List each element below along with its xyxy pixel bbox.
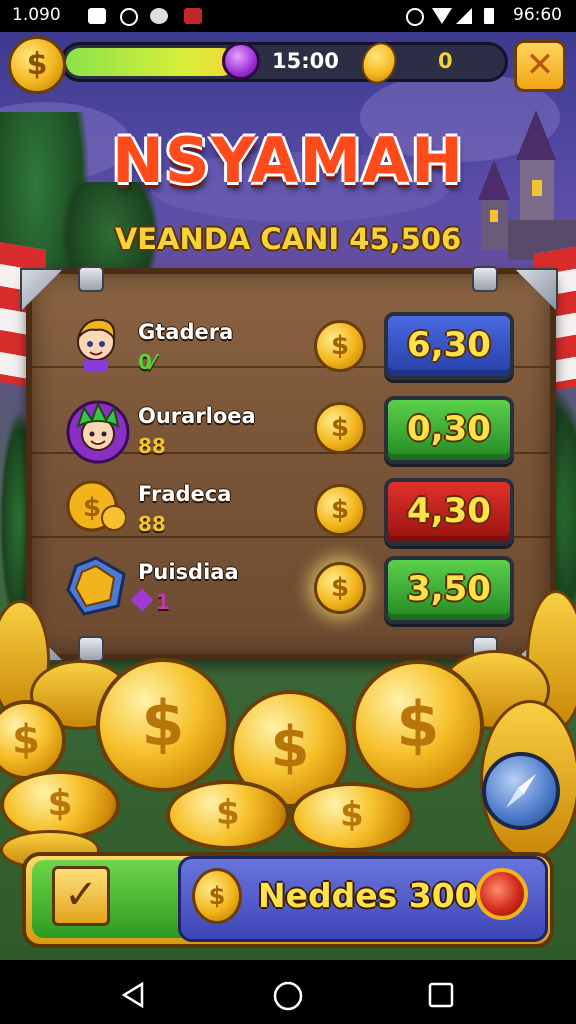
row-coin-icon: $ (314, 484, 366, 536)
row-coin-icon: $ (314, 402, 366, 454)
gold-chest-icon (66, 556, 126, 616)
signal-icon (456, 8, 472, 24)
progress-bar-fill (66, 48, 236, 76)
dollar-coin-icon[interactable]: $ (8, 36, 66, 94)
checkmark-icon: ✓ (64, 872, 98, 918)
back-icon[interactable] (118, 980, 148, 1010)
row-sub: 1 (156, 590, 170, 614)
row-coin-icon: $ (314, 562, 366, 614)
home-icon[interactable] (272, 980, 304, 1012)
price-button[interactable]: 6,30 (384, 312, 514, 380)
coin-icon: $ (192, 868, 242, 924)
timer-text: 15:00 (272, 49, 339, 73)
price-button[interactable]: 4,30 (384, 478, 514, 546)
status-bar: 1.090 96:60 (0, 0, 576, 32)
row-name: Gtadera (138, 320, 234, 344)
wifi-icon (432, 8, 452, 24)
price-button[interactable]: 3,50 (384, 556, 514, 624)
price-button[interactable]: 0,30 (384, 396, 514, 464)
pinwheel-icon (150, 8, 168, 24)
app-notification-icon (184, 8, 202, 24)
sync-icon (120, 8, 138, 26)
row-coin-icon: $ (314, 320, 366, 372)
bolt-icon (78, 266, 104, 292)
svg-text:$: $ (83, 493, 101, 523)
alarm-icon (406, 8, 424, 26)
notification-icon (88, 8, 106, 24)
coin-count: 0 (438, 49, 453, 73)
bolt-icon (78, 636, 104, 662)
row-sub: 88 (138, 512, 166, 536)
recents-icon[interactable] (426, 980, 456, 1010)
row-name: Fradeca (138, 482, 232, 506)
row-sub: 88 (138, 434, 166, 458)
green-hair-avatar-icon (66, 400, 130, 464)
boy-avatar-icon (77, 318, 116, 372)
needs-label: Neddes 300 (258, 876, 478, 915)
status-time: 96:60 (513, 5, 562, 25)
confirm-button[interactable]: ✓ (52, 866, 110, 926)
row-name: Ourarloea (138, 404, 256, 428)
close-icon: ✕ (525, 45, 555, 85)
bolt-icon (472, 266, 498, 292)
row-name: Puisdiaa (138, 560, 239, 584)
red-gem-icon[interactable] (476, 868, 528, 920)
purple-gem-icon (222, 42, 260, 80)
close-button[interactable]: ✕ (514, 40, 566, 92)
coins-icon: $ (66, 480, 126, 532)
compass-icon[interactable] (482, 752, 560, 830)
status-left-text: 1.090 (12, 5, 61, 25)
row-sub: 0⁄ (138, 350, 156, 374)
battery-icon (484, 8, 494, 24)
game-title: NSYAMAH (111, 124, 465, 197)
game-subtitle: VEANDA CANI 45,506 (114, 222, 462, 256)
navigation-bar (0, 960, 576, 1024)
